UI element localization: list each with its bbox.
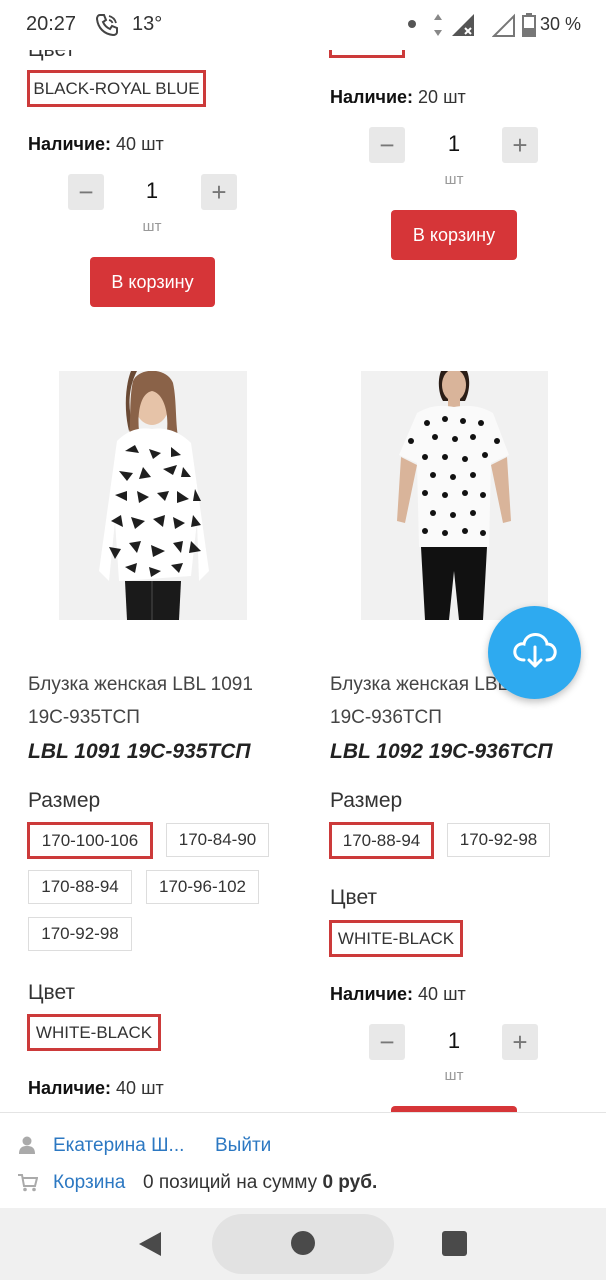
stock-info: Наличие: 40 шт [28,134,164,155]
logout-link[interactable]: Выйти [215,1135,271,1157]
cart-link[interactable]: Корзина [53,1172,125,1194]
color-option-selected[interactable]: BLACK-ROYAL BLUE [27,70,206,107]
qty-unit: шт [444,171,464,188]
qty-minus-button[interactable]: − [68,174,104,210]
user-icon [19,1136,35,1159]
qty-unit: шт [142,218,162,235]
android-navigation-bar [0,1208,606,1280]
cart-icon [18,1174,39,1197]
qty-plus-button[interactable]: + [502,1024,538,1060]
home-icon[interactable] [291,1231,315,1255]
add-to-cart-button[interactable]: В корзину [90,257,215,307]
stock-value: 40 шт [116,134,164,154]
cloud-download-icon [512,630,558,675]
qty-value[interactable]: 1 [434,131,474,157]
user-cart-panel: Екатерина Ш... Выйти Корзина 0 позиций н… [0,1112,606,1208]
wifi-call-icon [94,12,120,43]
stock-label: Наличие: [28,1078,112,1098]
stock-value: 20 шт [418,87,466,107]
size-label: Размер [28,789,101,812]
qty-plus-button[interactable]: + [502,127,538,163]
dot-icon [408,20,416,28]
size-option[interactable]: 170-96-102 [146,870,259,904]
color-label: Цвет [330,886,378,909]
color-option-selected[interactable]: WHITE-BLACK [27,1014,161,1051]
stock-value: 40 шт [418,984,466,1004]
size-option[interactable]: 170-88-94 [28,870,132,904]
product-code: LBL 1092 19С-936ТСП [330,740,553,763]
product-code: LBL 1091 19С-935ТСП [28,740,251,763]
stock-label: Наличие: [330,87,414,107]
back-icon[interactable] [137,1230,163,1263]
stock-label: Наличие: [28,134,112,154]
signal-empty-icon [491,12,516,43]
add-to-cart-button[interactable]: В корзину [391,210,517,260]
data-arrows-icon [432,12,444,43]
size-option[interactable]: 170-92-98 [28,917,132,951]
recents-icon[interactable] [442,1231,467,1256]
battery-icon [522,12,536,43]
stock-info: Наличие: 40 шт [330,984,466,1005]
status-temperature: 13° [132,13,163,35]
size-option-selected[interactable]: 170-88-94 [329,822,434,859]
product-name-line2: 19С-935ТСП [28,707,140,728]
qty-plus-button[interactable]: + [201,174,237,210]
signal-icon [450,12,476,43]
cart-summary-text: 0 позиций на сумму [143,1172,318,1193]
status-time: 20:27 [26,13,77,35]
stock-info: Наличие: 40 шт [28,1078,164,1099]
product-name-line1: Блузка женская LBL 1091 [28,674,253,695]
stock-value: 40 шт [116,1078,164,1098]
qty-value[interactable]: 1 [132,178,172,204]
color-label: Цвет [28,981,76,1004]
status-bar: 20:27 13° 30 % [0,0,606,50]
stock-label: Наличие: [330,984,414,1004]
cart-total: 0 руб. [322,1172,378,1193]
product-image[interactable] [361,371,548,620]
qty-minus-button[interactable]: − [369,1024,405,1060]
cloud-download-button[interactable] [488,606,581,699]
cart-summary: 0 позиций на сумму 0 руб. [143,1172,377,1194]
size-option[interactable]: 170-92-98 [447,823,550,857]
qty-minus-button[interactable]: − [369,127,405,163]
product-name-line2: 19С-936ТСП [330,707,442,728]
product-grid: Цвет BLACK-ROYAL BLUE Наличие: 40 шт − 1… [0,0,606,1112]
product-name[interactable]: Блузка женская LBL 1091 19С-935ТСП [28,668,278,734]
stock-info: Наличие: 20 шт [330,87,466,108]
size-option-selected[interactable]: 170-100-106 [27,822,153,859]
size-label: Размер [330,789,403,812]
status-battery: 30 % [540,14,582,34]
color-option-selected[interactable]: WHITE-BLACK [329,920,463,957]
product-image[interactable] [59,371,247,620]
user-name-link[interactable]: Екатерина Ш... [53,1135,184,1157]
qty-unit: шт [444,1067,464,1084]
size-option[interactable]: 170-84-90 [166,823,269,857]
qty-value[interactable]: 1 [434,1028,474,1054]
